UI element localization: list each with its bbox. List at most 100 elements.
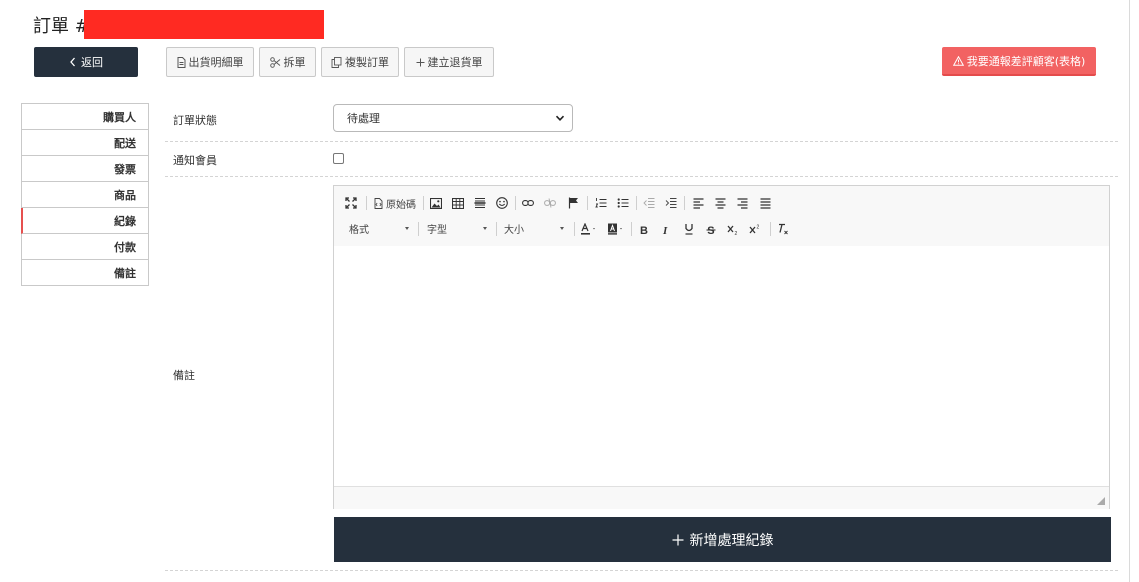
- italic-icon[interactable]: I: [658, 220, 674, 238]
- toolbar-separator: [496, 222, 497, 236]
- order-status-label: 訂單狀態: [173, 114, 217, 127]
- rich-text-editor: 原始碼 格式 字型 大小 B I S 2 2: [333, 185, 1110, 509]
- copy-icon: [331, 56, 342, 68]
- nav-item-label: 購買人: [103, 110, 136, 124]
- svg-text:B: B: [640, 225, 648, 235]
- warning-icon: [952, 55, 964, 66]
- size-combo[interactable]: 大小: [504, 220, 568, 236]
- notes-label: 備註: [173, 369, 195, 382]
- justify-icon[interactable]: [757, 194, 773, 212]
- numbered-list-icon[interactable]: [593, 194, 609, 212]
- back-button[interactable]: 返回: [34, 47, 138, 77]
- subscript-icon[interactable]: 2: [725, 220, 741, 238]
- background-color-icon[interactable]: [606, 220, 626, 238]
- notify-member-checkbox[interactable]: [333, 153, 344, 164]
- row-divider: [165, 570, 1118, 571]
- outdent-icon[interactable]: [641, 194, 657, 212]
- toolbar-separator: [574, 222, 575, 236]
- scissors-icon: [269, 56, 280, 68]
- align-left-icon[interactable]: [690, 194, 706, 212]
- create-return-button[interactable]: 建立退貨單: [404, 47, 494, 77]
- nav-item-label: 備註: [114, 266, 136, 280]
- superscript-icon[interactable]: 2: [747, 220, 763, 238]
- dropdown-arrow-icon: [483, 227, 487, 230]
- format-combo[interactable]: 格式: [349, 220, 413, 236]
- row-divider: [165, 141, 1118, 142]
- report-bad-customer-label: 我要通報差評顧客(表格): [966, 54, 1086, 68]
- align-center-icon[interactable]: [712, 194, 728, 212]
- strikethrough-icon[interactable]: S: [703, 220, 719, 238]
- nav-item-delivery[interactable]: 配送: [21, 130, 149, 156]
- add-processing-record-label: 新增處理紀錄: [689, 532, 774, 549]
- toolbar-separator: [423, 196, 424, 210]
- chevron-left-icon: [70, 57, 75, 67]
- nav-item-label: 商品: [114, 188, 136, 202]
- nav-item-payment[interactable]: 付款: [21, 234, 149, 260]
- notify-member-label: 通知會員: [173, 154, 217, 167]
- split-order-label: 拆單: [283, 56, 306, 69]
- toolbar-separator: [770, 222, 771, 236]
- toolbar-separator: [418, 222, 419, 236]
- format-combo-label: 格式: [349, 224, 369, 236]
- resize-handle-icon[interactable]: [1097, 497, 1105, 505]
- shipping-detail-button[interactable]: 出貨明細單: [166, 47, 254, 77]
- add-processing-record-button[interactable]: 新增處理紀錄: [334, 517, 1111, 562]
- copy-order-button[interactable]: 複製訂單: [321, 47, 399, 77]
- indent-icon[interactable]: [663, 194, 679, 212]
- svg-text:2: 2: [757, 224, 760, 230]
- source-icon: [374, 197, 383, 209]
- svg-text:2: 2: [735, 231, 738, 235]
- link-icon[interactable]: [520, 194, 536, 212]
- order-status-value: 待處理: [347, 112, 380, 125]
- maximize-icon[interactable]: [343, 194, 359, 212]
- section-nav: 購買人 配送 發票 商品 紀錄 付款 備註: [21, 103, 149, 286]
- horizontal-rule-icon[interactable]: [472, 194, 488, 212]
- toolbar-separator: [684, 196, 685, 210]
- align-right-icon[interactable]: [734, 194, 750, 212]
- text-color-icon[interactable]: [579, 220, 599, 238]
- report-bad-customer-button[interactable]: 我要通報差評顧客(表格): [942, 47, 1096, 76]
- nav-item-notes[interactable]: 備註: [21, 260, 149, 286]
- font-combo[interactable]: 字型: [427, 220, 491, 236]
- editor-status-bar: [334, 486, 1109, 509]
- anchor-flag-icon[interactable]: [565, 194, 581, 212]
- toolbar-separator: [515, 196, 516, 210]
- size-combo-label: 大小: [504, 224, 524, 236]
- image-icon[interactable]: [428, 194, 444, 212]
- source-label: 原始碼: [386, 199, 416, 211]
- shipping-detail-label: 出貨明細單: [188, 56, 244, 69]
- bold-icon[interactable]: B: [636, 220, 652, 238]
- toolbar-separator: [636, 196, 637, 210]
- nav-item-label: 紀錄: [114, 214, 136, 228]
- nav-item-invoice[interactable]: 發票: [21, 156, 149, 182]
- create-return-label: 建立退貨單: [427, 56, 483, 69]
- nav-item-label: 配送: [114, 136, 136, 150]
- plus-icon: [416, 58, 424, 66]
- dropdown-arrow-icon: [405, 227, 409, 230]
- order-status-select[interactable]: 待處理: [333, 104, 573, 132]
- remove-format-icon[interactable]: [775, 220, 791, 238]
- unlink-icon[interactable]: [542, 194, 558, 212]
- toolbar-separator: [587, 196, 588, 210]
- table-icon[interactable]: [450, 194, 466, 212]
- bulleted-list-icon[interactable]: [615, 194, 631, 212]
- emoji-icon[interactable]: [494, 194, 510, 212]
- nav-item-label: 發票: [114, 162, 136, 176]
- notes-editor-content[interactable]: [334, 246, 1109, 486]
- editor-toolbar: 原始碼 格式 字型 大小 B I S 2 2: [334, 186, 1109, 247]
- split-order-button[interactable]: 拆單: [259, 47, 316, 77]
- nav-item-records[interactable]: 紀錄: [21, 208, 149, 234]
- nav-item-products[interactable]: 商品: [21, 182, 149, 208]
- nav-item-buyer[interactable]: 購買人: [21, 103, 149, 130]
- back-button-label: 返回: [81, 56, 103, 69]
- document-icon: [177, 56, 185, 68]
- source-button[interactable]: 原始碼: [371, 194, 419, 212]
- page-title: 訂單 #: [33, 16, 90, 37]
- row-divider: [165, 176, 1118, 177]
- page-right-border: [1129, 0, 1130, 582]
- font-combo-label: 字型: [427, 224, 447, 236]
- toolbar-separator: [366, 196, 367, 210]
- toolbar-separator: [631, 222, 632, 236]
- redacted-order-number: [84, 10, 324, 39]
- underline-icon[interactable]: [681, 220, 697, 238]
